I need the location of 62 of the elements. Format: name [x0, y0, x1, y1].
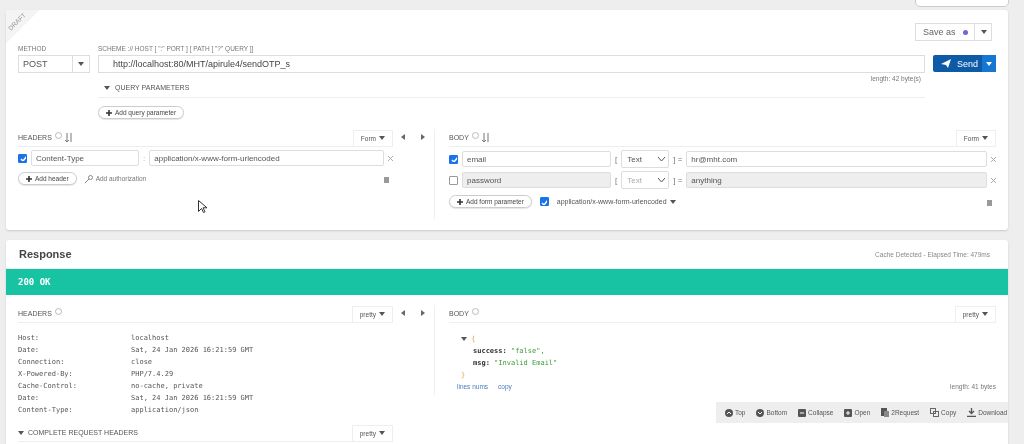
download-icon	[967, 408, 977, 417]
parameter-value-field[interactable]: hr@mht.com	[686, 151, 987, 167]
close-icon[interactable]	[991, 177, 996, 183]
parameter-value-field[interactable]: anything	[686, 172, 987, 188]
caret-icon	[104, 85, 110, 90]
chevron-down-icon	[658, 156, 666, 162]
arrow-down-icon	[756, 408, 765, 417]
content-type-checkbox[interactable]	[539, 197, 549, 206]
arrow-up-icon	[725, 408, 733, 417]
caret-icon	[986, 61, 992, 66]
parameter-name-field[interactable]: email	[462, 151, 611, 167]
sort-icon[interactable]	[481, 133, 490, 142]
copy-icon	[930, 408, 940, 417]
caret-icon	[981, 30, 987, 34]
caret-icon	[379, 136, 385, 140]
plus-icon	[844, 408, 853, 417]
minus-icon	[798, 408, 807, 417]
caret-icon	[379, 312, 385, 316]
help-icon[interactable]	[471, 307, 479, 315]
help-icon[interactable]	[54, 307, 62, 315]
collapse-arrows-icon[interactable]	[401, 134, 425, 140]
sort-icon[interactable]	[64, 133, 73, 142]
bracket-equals: ] =	[673, 154, 683, 164]
caret-icon	[78, 62, 84, 66]
close-icon[interactable]	[388, 155, 393, 161]
help-icon[interactable]	[54, 131, 62, 139]
save-as-button[interactable]: Save as	[915, 23, 992, 41]
caret-icon	[982, 312, 988, 316]
method-select[interactable]: POST	[18, 55, 90, 73]
parameter-name-field[interactable]: password	[462, 172, 611, 188]
key-icon	[84, 174, 93, 183]
bracket: [	[615, 154, 618, 164]
plus-icon	[106, 109, 112, 116]
status-code: 200 OK	[18, 277, 51, 287]
close-icon[interactable]	[991, 156, 996, 162]
header-name-field[interactable]: Content-Type	[31, 150, 139, 166]
clipboard-icon	[881, 408, 890, 417]
caret-icon	[379, 431, 385, 435]
caret-icon	[669, 199, 676, 204]
header-checkbox[interactable]	[18, 153, 27, 163]
caret-icon	[18, 430, 24, 435]
caret-icon	[982, 136, 988, 140]
trash-icon[interactable]	[383, 174, 390, 183]
url-field[interactable]: http://localhost:80/MHT/apirule4/sendOTP_s	[98, 55, 925, 73]
bracket-equals: ] =	[673, 175, 683, 185]
bracket: [	[615, 175, 618, 185]
header-value-field[interactable]: application/x-www-form-urlencoded	[149, 150, 384, 166]
collapse-caret-icon[interactable]	[461, 337, 467, 341]
plus-icon	[457, 198, 463, 205]
paper-plane-icon	[941, 59, 951, 68]
mouse-cursor-icon	[198, 200, 207, 213]
collapse-arrows-icon[interactable]	[401, 310, 425, 316]
type-select[interactable]: Text	[621, 150, 670, 168]
parameter-checkbox[interactable]	[449, 175, 458, 185]
help-icon[interactable]	[471, 131, 479, 139]
parameter-checkbox[interactable]	[449, 154, 458, 164]
trash-icon[interactable]	[986, 197, 993, 206]
chevron-down-icon	[658, 177, 666, 183]
separator: :	[143, 153, 146, 163]
plus-icon	[26, 175, 32, 182]
send-button[interactable]: Send	[933, 55, 996, 72]
response-title: Response	[19, 248, 72, 260]
